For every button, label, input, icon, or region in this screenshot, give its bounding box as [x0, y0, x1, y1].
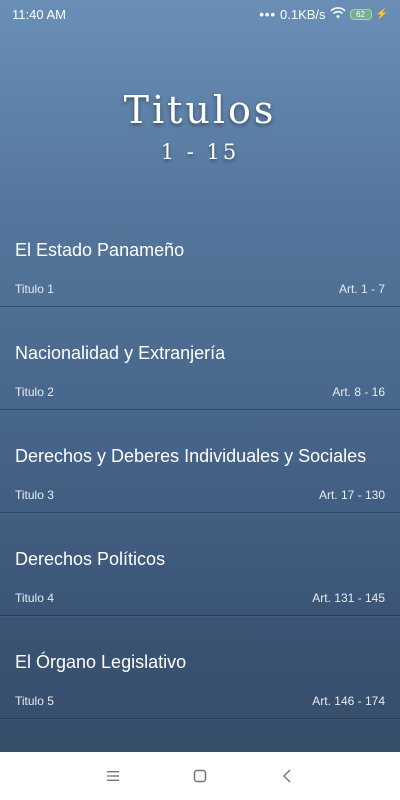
item-details: Titulo 1 Art. 1 - 7: [15, 282, 385, 296]
item-label: Titulo 1: [15, 282, 54, 296]
page-title: Titulos: [123, 88, 277, 132]
item-label: Titulo 4: [15, 591, 54, 605]
home-square-icon: [193, 769, 207, 783]
item-details: Titulo 3 Art. 17 - 130: [15, 488, 385, 502]
battery-icon: 62: [349, 8, 372, 20]
item-title: El Órgano Legislativo: [15, 652, 187, 672]
item-articles: Art. 17 - 130: [318, 488, 385, 502]
item-label: Titulo 3: [15, 488, 54, 502]
item-details: Titulo 5 Art. 146 - 174: [15, 694, 385, 708]
page-header: Titulos 1 - 15: [0, 86, 400, 164]
item-articles: Art. 131 - 145: [312, 591, 385, 605]
item-articles: Art. 146 - 174: [312, 694, 385, 708]
item-title: El Estado Panameño: [15, 240, 185, 260]
list-item[interactable]: El Estado Panameño Titulo 1 Art. 1 - 7: [0, 204, 400, 307]
menu-icon: [107, 771, 120, 781]
titles-list: El Estado Panameño Titulo 1 Art. 1 - 7 N…: [0, 204, 400, 719]
item-label: Titulo 2: [15, 385, 54, 399]
list-item[interactable]: Derechos y Deberes Individuales y Social…: [0, 410, 400, 513]
dots-icon: •••: [259, 6, 277, 22]
item-label: Titulo 5: [15, 694, 54, 708]
app-screen: 11:40 AM ••• 0.1KB/s 62 ⚡ Titulos 1 - 15…: [0, 0, 400, 800]
back-button[interactable]: [267, 756, 307, 796]
list-item[interactable]: Derechos Políticos Titulo 4 Art. 131 - 1…: [0, 513, 400, 616]
home-button[interactable]: [180, 756, 220, 796]
battery-level: 62: [356, 9, 365, 19]
status-icons: ••• 0.1KB/s 62 ⚡: [259, 7, 388, 22]
menu-button[interactable]: [93, 756, 133, 796]
wifi-icon: [329, 6, 346, 22]
item-details: Titulo 4 Art. 131 - 145: [15, 591, 385, 605]
list-item[interactable]: Nacionalidad y Extranjería Titulo 2 Art.…: [0, 307, 400, 410]
back-chevron-icon: [282, 769, 291, 783]
charging-bolt-icon: ⚡: [375, 8, 388, 20]
item-title: Derechos Políticos: [15, 549, 166, 569]
item-articles: Art. 1 - 7: [338, 282, 385, 296]
item-details: Titulo 2 Art. 8 - 16: [15, 385, 385, 399]
status-bar: 11:40 AM ••• 0.1KB/s 62 ⚡: [0, 0, 400, 28]
item-title: Derechos y Deberes Individuales y Social…: [15, 446, 367, 466]
status-time: 11:40 AM: [12, 6, 66, 22]
list-item[interactable]: El Órgano Legislativo Titulo 5 Art. 146 …: [0, 616, 400, 719]
system-nav-bar: [0, 752, 400, 800]
page-range: 1 - 15: [160, 140, 240, 164]
network-speed: 0.1KB/s: [280, 6, 326, 22]
item-articles: Art. 8 - 16: [332, 385, 385, 399]
item-title: Nacionalidad y Extranjería: [15, 343, 226, 363]
